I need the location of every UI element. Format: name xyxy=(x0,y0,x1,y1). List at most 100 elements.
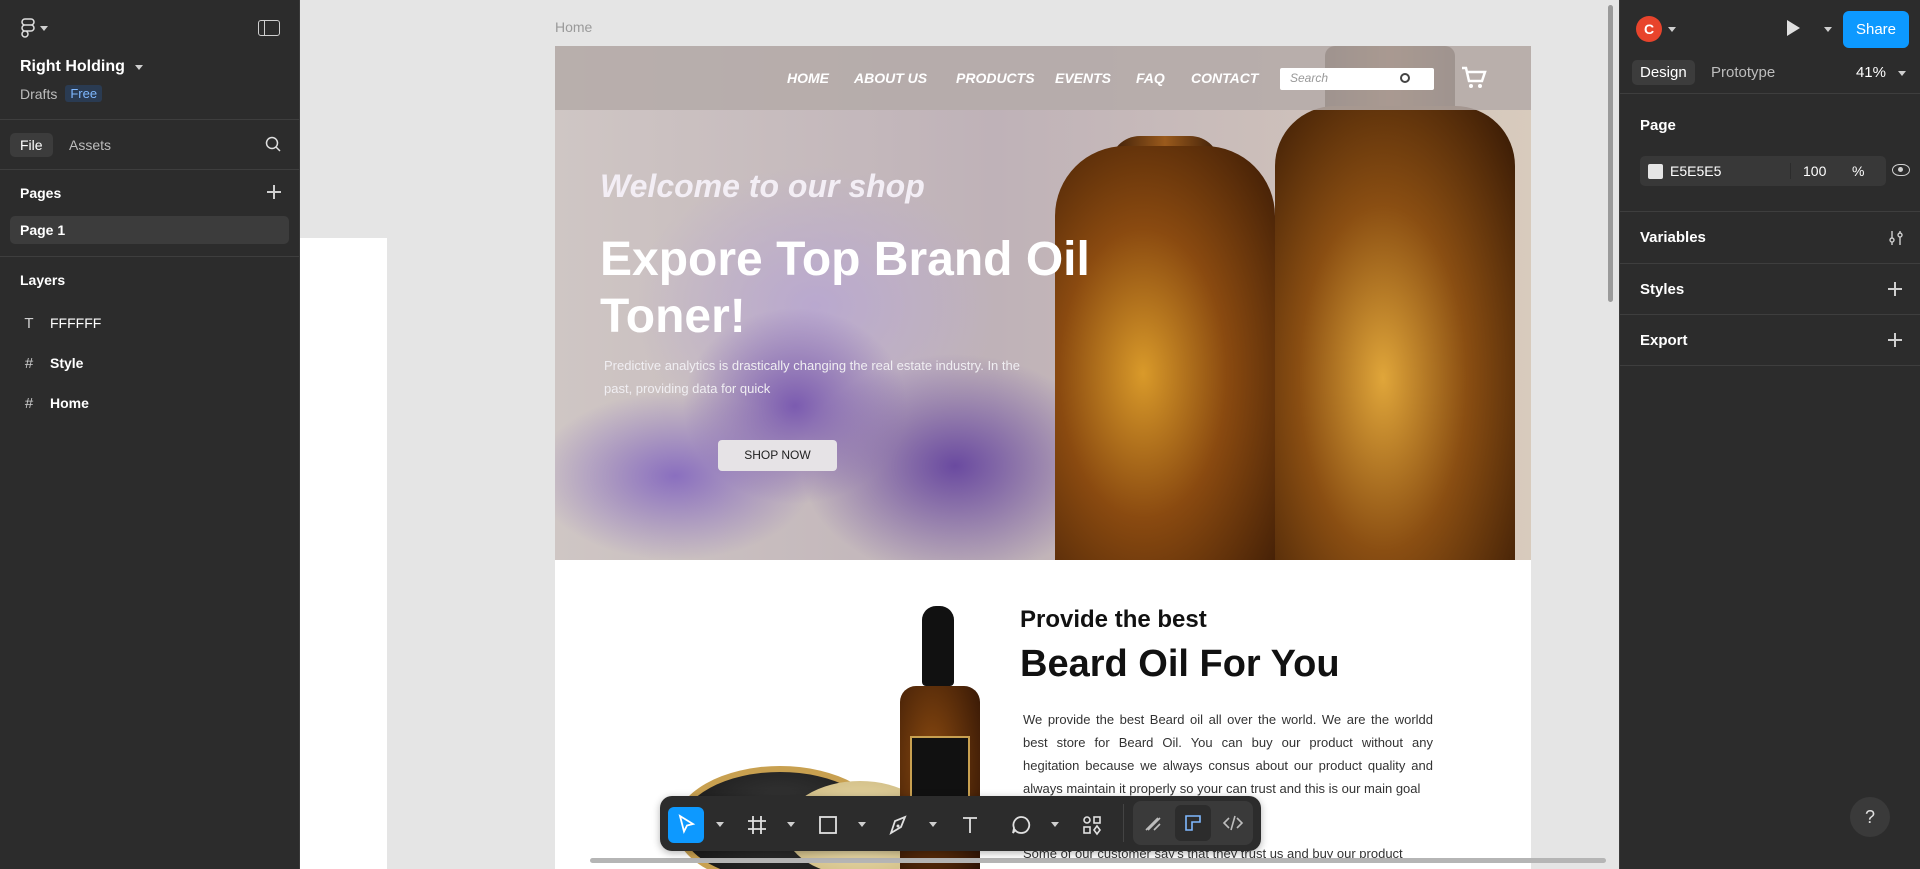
move-tool-button[interactable] xyxy=(668,807,704,843)
bottle-graphic xyxy=(1055,146,1275,560)
file-header: Right Holding Drafts Free xyxy=(0,0,299,120)
layer-item[interactable]: # Home xyxy=(0,383,299,423)
nav-products[interactable]: PRODUCTS xyxy=(956,70,1035,86)
frame-tool-button[interactable] xyxy=(739,807,775,843)
home-frame[interactable]: HOME ABOUT US PRODUCTS EVENTS FAQ CONTAC… xyxy=(555,46,1531,869)
chevron-down-icon xyxy=(134,64,143,70)
export-title: Export xyxy=(1640,332,1688,349)
comment-tool-button[interactable] xyxy=(1003,807,1039,843)
layer-label: Home xyxy=(50,395,89,411)
page-color-field[interactable]: E5E5E5 100 % xyxy=(1640,156,1886,186)
variables-section: Variables xyxy=(1620,212,1920,264)
horizontal-scrollbar[interactable] xyxy=(590,858,1606,863)
page-color-hex[interactable]: E5E5E5 xyxy=(1670,163,1721,179)
chevron-down-icon[interactable] xyxy=(1898,71,1906,76)
shape-tool-button[interactable] xyxy=(810,807,846,843)
mode-switcher xyxy=(1133,801,1253,845)
chevron-down-icon[interactable] xyxy=(787,822,795,827)
frame-icon: # xyxy=(24,354,34,372)
chevron-down-icon[interactable] xyxy=(858,822,866,827)
cart-icon[interactable] xyxy=(1461,66,1487,90)
styles-title: Styles xyxy=(1640,281,1685,298)
layers-section: Layers T FFFFFF # Style # Home xyxy=(0,257,299,423)
frame-label[interactable]: Home xyxy=(555,19,592,35)
hero-image: HOME ABOUT US PRODUCTS EVENTS FAQ CONTAC… xyxy=(555,46,1531,560)
resources-tool-button[interactable] xyxy=(1074,807,1110,843)
hero-welcome: Welcome to our shop xyxy=(600,168,925,204)
vertical-scrollbar[interactable] xyxy=(1608,5,1613,302)
add-style-icon[interactable] xyxy=(1888,282,1902,296)
export-section: Export xyxy=(1620,315,1920,366)
hero-description: Predictive analytics is drastically chan… xyxy=(604,358,1020,396)
add-page-icon[interactable] xyxy=(267,185,281,199)
hero-headline: Expore Top Brand Oil Toner! xyxy=(600,233,1090,343)
pen-icon xyxy=(889,815,907,836)
site-navbar: HOME ABOUT US PRODUCTS EVENTS FAQ CONTAC… xyxy=(555,46,1531,110)
tab-design[interactable]: Design xyxy=(1632,60,1695,85)
chevron-down-icon[interactable] xyxy=(716,822,724,827)
frame-icon: # xyxy=(24,394,34,412)
page-opacity[interactable]: 100 xyxy=(1790,163,1826,179)
present-icon[interactable] xyxy=(1787,20,1800,36)
layer-item[interactable]: # Style xyxy=(0,343,299,383)
code-icon xyxy=(1222,815,1244,831)
bottom-toolbar xyxy=(660,796,1261,851)
offscreen-frame[interactable] xyxy=(300,238,387,869)
tab-assets[interactable]: Assets xyxy=(59,133,121,157)
cursor-icon xyxy=(678,814,696,835)
styles-section: Styles xyxy=(1620,264,1920,315)
pen-tool-button[interactable] xyxy=(881,807,917,843)
pages-title: Pages xyxy=(20,185,62,201)
chevron-down-icon[interactable] xyxy=(1051,822,1059,827)
layers-title: Layers xyxy=(20,272,66,288)
tab-prototype[interactable]: Prototype xyxy=(1703,60,1783,85)
section-title: Beard Oil For You xyxy=(1020,643,1340,685)
bottle-graphic xyxy=(1275,106,1515,560)
text-tool-button[interactable] xyxy=(952,807,988,843)
drafts-label[interactable]: Drafts xyxy=(20,86,57,102)
left-panel: Right Holding Drafts Free File Assets Pa… xyxy=(0,0,300,869)
right-panel: C Share Design Prototype 41% Page E5E5E5… xyxy=(1619,0,1920,869)
help-button[interactable]: ? xyxy=(1850,797,1890,837)
avatar[interactable]: C xyxy=(1636,16,1662,42)
left-tabs: File Assets xyxy=(0,120,299,170)
draw-mode-button[interactable] xyxy=(1135,805,1171,841)
opacity-unit: % xyxy=(1852,163,1865,179)
zoom-level[interactable]: 41% xyxy=(1856,64,1886,81)
nav-events[interactable]: EVENTS xyxy=(1055,70,1111,86)
shop-now-button[interactable]: SHOP NOW xyxy=(718,440,837,471)
nav-faq[interactable]: FAQ xyxy=(1136,70,1165,86)
figma-logo-icon xyxy=(21,18,35,38)
chevron-down-icon[interactable] xyxy=(1824,27,1832,32)
toolbar-divider xyxy=(1123,804,1124,842)
page-item[interactable]: Page 1 xyxy=(10,216,289,244)
layer-label: Style xyxy=(50,355,84,371)
nav-home[interactable]: HOME xyxy=(787,70,829,86)
sidebar-toggle-icon[interactable] xyxy=(258,20,280,36)
chevron-down-icon xyxy=(40,25,48,31)
project-name-label: Right Holding xyxy=(20,58,125,75)
nav-about[interactable]: ABOUT US xyxy=(854,70,927,86)
variables-settings-icon[interactable] xyxy=(1888,230,1904,246)
share-button[interactable]: Share xyxy=(1843,11,1909,48)
color-swatch[interactable] xyxy=(1648,164,1663,179)
project-name[interactable]: Right Holding xyxy=(20,58,143,76)
site-search-input[interactable]: Search xyxy=(1280,68,1434,90)
tab-file[interactable]: File xyxy=(10,133,53,157)
layer-item[interactable]: T FFFFFF xyxy=(0,303,299,343)
eye-icon[interactable] xyxy=(1892,164,1910,176)
design-mode-button[interactable] xyxy=(1175,805,1211,841)
main-menu-button[interactable] xyxy=(20,18,48,38)
page-section: Page xyxy=(1620,95,1920,212)
add-export-icon[interactable] xyxy=(1888,333,1902,347)
section-subtitle: Provide the best xyxy=(1020,606,1207,633)
nav-contact[interactable]: CONTACT xyxy=(1191,70,1258,86)
chevron-down-icon[interactable] xyxy=(1668,27,1676,32)
plan-badge: Free xyxy=(65,85,103,102)
canvas[interactable]: Home HOME ABOUT US PRODUCTS EVENTS FAQ C… xyxy=(300,0,1619,869)
dev-mode-button[interactable] xyxy=(1215,805,1251,841)
chevron-down-icon[interactable] xyxy=(929,822,937,827)
frame-icon xyxy=(748,816,766,834)
right-tabs: Design Prototype 41% xyxy=(1620,58,1920,94)
search-icon[interactable] xyxy=(265,136,281,152)
